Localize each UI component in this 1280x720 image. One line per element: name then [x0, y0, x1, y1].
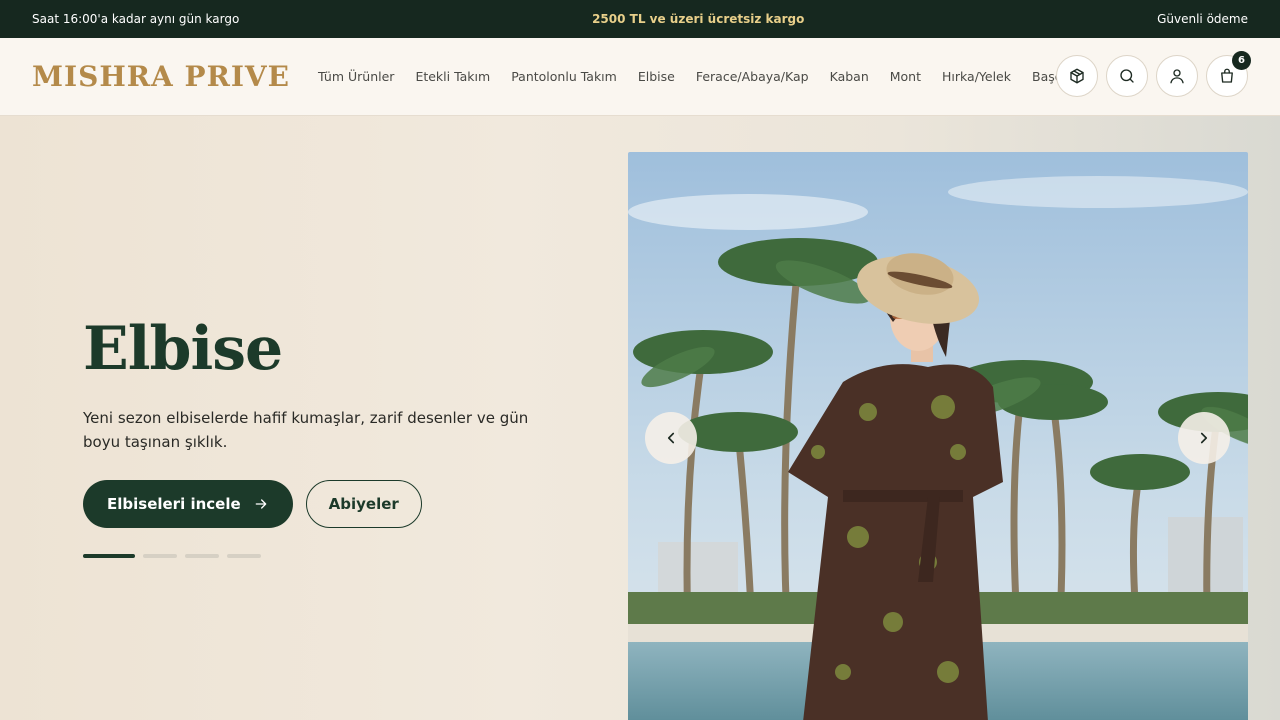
- slide-dot-4[interactable]: [227, 554, 261, 558]
- search-icon: [1120, 69, 1134, 83]
- orders-button[interactable]: [1056, 55, 1098, 97]
- nav-item-dress[interactable]: Elbise: [638, 69, 675, 84]
- cart-icon: [1221, 68, 1233, 83]
- site-header: MISHRA PRIVE Tüm Ürünler Etekli Takım Pa…: [0, 38, 1280, 116]
- nav-item-pants-set[interactable]: Pantolonlu Takım: [511, 69, 617, 84]
- chevron-left-icon: [667, 432, 675, 444]
- hero-description: Yeni sezon elbiselerde hafif kumaşlar, z…: [83, 409, 529, 451]
- slider-pagination: [83, 554, 261, 558]
- browse-dresses-button[interactable]: Elbiseleri incele: [83, 480, 293, 528]
- same-day-shipping-text: Saat 16:00'a kadar aynı gün kargo: [32, 12, 240, 26]
- nav-item-cardigan[interactable]: Hırka/Yelek: [942, 69, 1011, 84]
- slide-dot-2[interactable]: [143, 554, 177, 558]
- user-icon: [1170, 69, 1184, 84]
- slide-dot-1[interactable]: [83, 554, 135, 558]
- next-slide-button[interactable]: [1178, 412, 1230, 464]
- top-announcement-bar: Saat 16:00'a kadar aynı gün kargo 2500 T…: [0, 0, 1280, 38]
- hero-text-block: Elbise Yeni sezon elbiselerde hafif kuma…: [83, 314, 553, 454]
- secure-payment-text: Güvenli ödeme: [1157, 12, 1248, 26]
- brand-logo[interactable]: MISHRA PRIVE: [32, 60, 289, 93]
- nav-item-ferace[interactable]: Ferace/Abaya/Kap: [696, 69, 809, 84]
- prev-slide-button[interactable]: [645, 412, 697, 464]
- arrow-right-icon: [255, 499, 266, 509]
- header-actions: 6: [1056, 51, 1251, 97]
- cart-button[interactable]: 6: [1206, 51, 1251, 97]
- main-nav: Tüm Ürünler Etekli Takım Pantolonlu Takı…: [318, 69, 1080, 84]
- hero-buttons: Elbiseleri incele Abiyeler: [83, 480, 422, 528]
- cart-count-badge: 6: [1232, 51, 1251, 70]
- evening-dresses-label: Abiyeler: [328, 495, 399, 513]
- box-icon: [1070, 68, 1084, 84]
- evening-dresses-button[interactable]: Abiyeler: [305, 480, 422, 528]
- account-button[interactable]: [1156, 55, 1198, 97]
- search-button[interactable]: [1106, 55, 1148, 97]
- free-shipping-text: 2500 TL ve üzeri ücretsiz kargo: [592, 12, 805, 26]
- nav-item-skirt-set[interactable]: Etekli Takım: [415, 69, 490, 84]
- hero-product-image: [628, 152, 1248, 720]
- nav-item-coat[interactable]: Kaban: [830, 69, 869, 84]
- hero-banner: Elbise Yeni sezon elbiselerde hafif kuma…: [0, 116, 1280, 720]
- nav-item-jacket[interactable]: Mont: [890, 69, 921, 84]
- chevron-right-icon: [1200, 432, 1208, 444]
- browse-dresses-label: Elbiseleri incele: [107, 495, 241, 513]
- hero-title: Elbise: [83, 314, 283, 384]
- slide-dot-3[interactable]: [185, 554, 219, 558]
- nav-item-all-products[interactable]: Tüm Ürünler: [318, 69, 394, 84]
